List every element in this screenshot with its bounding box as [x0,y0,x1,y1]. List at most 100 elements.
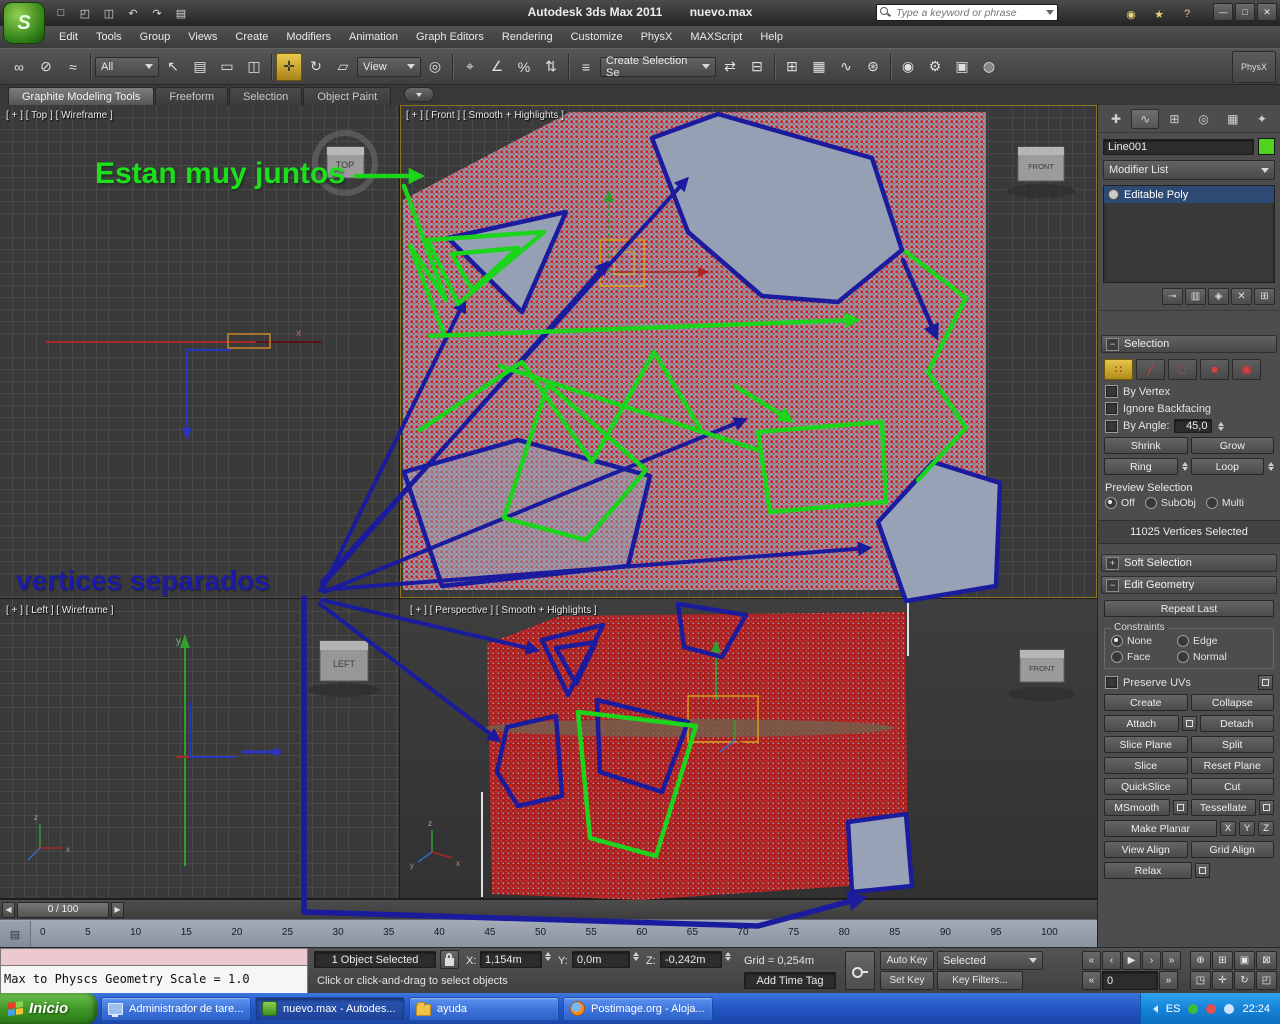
select-and-rotate-icon[interactable]: ↻ [303,53,329,81]
utilities-tab-icon[interactable]: ✦ [1248,109,1276,129]
select-object-icon[interactable]: ↖ [160,53,186,81]
close-button[interactable]: ✕ [1257,3,1277,21]
maxscript-mini-listener[interactable]: Max to Physcs Geometry Scale = 1.0 [0,948,308,994]
current-frame-field[interactable]: 0 [1102,971,1158,990]
render-production-icon[interactable]: ◍ [976,53,1002,81]
modifier-stack-item[interactable]: Editable Poly [1104,186,1274,203]
tessellate-button[interactable]: Tessellate [1190,799,1256,816]
menu-item[interactable]: Edit [50,28,87,46]
time-slider[interactable]: ◀ 0 / 100 ▶ [0,899,1097,919]
ring-spinner[interactable] [1181,462,1188,471]
motion-tab-icon[interactable]: ◎ [1190,109,1218,129]
menu-item[interactable]: Group [131,28,180,46]
menu-item[interactable]: Graph Editors [407,28,493,46]
collapse-button[interactable]: Collapse [1190,694,1274,711]
viewport-front[interactable] [400,105,1097,598]
add-time-tag-field[interactable]: Add Time Tag [744,972,836,989]
attach-list-icon[interactable] [1181,716,1197,731]
zoom-extents-all-icon[interactable]: ⊠ [1256,951,1277,970]
modifier-list-dropdown[interactable]: Modifier List [1103,160,1275,180]
preview-subobj-radio[interactable] [1144,497,1157,509]
menu-item[interactable]: Modifiers [277,28,340,46]
start-button[interactable]: Inicio [0,993,97,1024]
menu-item[interactable]: Customize [562,28,632,46]
select-by-name-icon[interactable]: ▤ [187,53,213,81]
window-crossing-icon[interactable]: ◫ [241,53,267,81]
vertex-subobject-icon[interactable]: ∷ [1104,359,1133,380]
auto-key-button[interactable]: Auto Key [880,951,934,970]
menu-item[interactable]: Help [751,28,792,46]
constraint-edge-radio[interactable] [1177,635,1189,647]
menu-item[interactable]: PhysX [632,28,682,46]
show-end-result-icon[interactable]: ▥ [1185,288,1206,305]
physx-toolbar[interactable]: PhysX [1232,50,1276,83]
selection-lock-icon[interactable] [440,950,459,969]
detach-button[interactable]: Detach [1199,715,1274,732]
modify-tab-icon[interactable]: ∿ [1131,109,1160,129]
ribbon-toggle-icon[interactable]: ▦ [806,53,832,81]
percent-snap-icon[interactable]: % [511,53,537,81]
view-align-button[interactable]: View Align [1104,841,1188,858]
angle-snap-icon[interactable]: ∠ [484,53,510,81]
preview-off-radio[interactable] [1105,497,1117,509]
macro-recorder-line[interactable] [0,948,308,966]
reset-plane-button[interactable]: Reset Plane [1190,757,1274,774]
selection-filter-dropdown[interactable]: All [95,56,159,77]
y-coordinate-field[interactable]: 0,0m [572,951,630,968]
key-step-forward-icon[interactable]: » [1159,971,1178,990]
snaps-toggle-icon[interactable]: ⌖ [457,53,483,81]
select-and-scale-icon[interactable]: ▱ [330,53,356,81]
slice-button[interactable]: Slice [1104,757,1188,774]
split-button[interactable]: Split [1190,736,1274,753]
msmooth-settings-icon[interactable] [1172,800,1188,815]
search-input[interactable] [894,5,1046,20]
constraint-face-radio[interactable] [1111,651,1123,663]
set-keys-icon[interactable] [845,951,875,990]
edit-geometry-rollout-header[interactable]: − Edit Geometry [1101,576,1277,594]
maximize-viewport-icon[interactable]: ◰ [1256,971,1277,990]
zoom-icon[interactable]: ⊕ [1190,951,1211,970]
tab-object-paint[interactable]: Object Paint [303,87,392,105]
tessellate-settings-icon[interactable] [1259,800,1274,815]
object-name-field[interactable]: Line001 [1103,138,1254,155]
grid-align-button[interactable]: Grid Align [1190,841,1274,858]
viewport-perspective-label[interactable]: [ + ] [ Perspective ] [ Smooth + Highlig… [410,605,597,616]
constraint-normal-radio[interactable] [1177,651,1189,663]
layer-manager-icon[interactable]: ⊞ [779,53,805,81]
select-and-link-icon[interactable]: ∞ [6,53,32,81]
viewport-left-label[interactable]: [ + ] [ Left ] [ Wireframe ] [6,605,114,616]
shrink-button[interactable]: Shrink [1104,437,1188,454]
cut-button[interactable]: Cut [1190,778,1274,795]
minimize-button[interactable]: — [1213,3,1233,21]
selection-rollout-header[interactable]: − Selection [1101,335,1277,353]
z-coordinate-spinner[interactable] [725,952,731,961]
quickslice-button[interactable]: QuickSlice [1104,778,1188,795]
viewport-front-label[interactable]: [ + ] [ Front ] [ Smooth + Highlights ] [406,110,564,121]
named-selection-set-dropdown[interactable]: Create Selection Se [600,55,716,79]
create-tab-icon[interactable]: ✚ [1102,109,1130,129]
open-file-icon[interactable]: ◰ [74,3,96,23]
x-coordinate-spinner[interactable] [545,952,551,961]
material-editor-icon[interactable]: ◉ [895,53,921,81]
mini-curve-editor-icon[interactable]: ▤ [0,921,31,947]
orbit-icon[interactable]: ↻ [1234,971,1255,990]
project-toolbar-icon[interactable]: ▤ [170,3,192,23]
go-to-end-icon[interactable]: » [1162,951,1181,970]
tray-status-icon[interactable] [1206,1003,1217,1014]
go-to-start-icon[interactable]: « [1082,951,1101,970]
render-setup-icon[interactable]: ⚙ [922,53,948,81]
create-button[interactable]: Create [1104,694,1188,711]
make-planar-y-button[interactable]: Y [1239,821,1255,836]
menu-item[interactable]: Create [226,28,277,46]
tray-shield-icon[interactable] [1188,1003,1199,1014]
named-selection-sets-icon[interactable]: ≡ [573,53,599,81]
by-angle-spinner[interactable] [1218,421,1225,431]
attach-button[interactable]: Attach [1104,715,1179,732]
align-icon[interactable]: ⊟ [744,53,770,81]
listener-line[interactable]: Max to Physcs Geometry Scale = 1.0 [0,966,308,994]
tab-freeform[interactable]: Freeform [155,87,229,105]
new-scene-icon[interactable]: □ [50,3,72,23]
maximize-button[interactable]: □ [1235,3,1255,21]
zoom-all-icon[interactable]: ⊞ [1212,951,1233,970]
by-angle-checkbox[interactable] [1105,419,1118,433]
